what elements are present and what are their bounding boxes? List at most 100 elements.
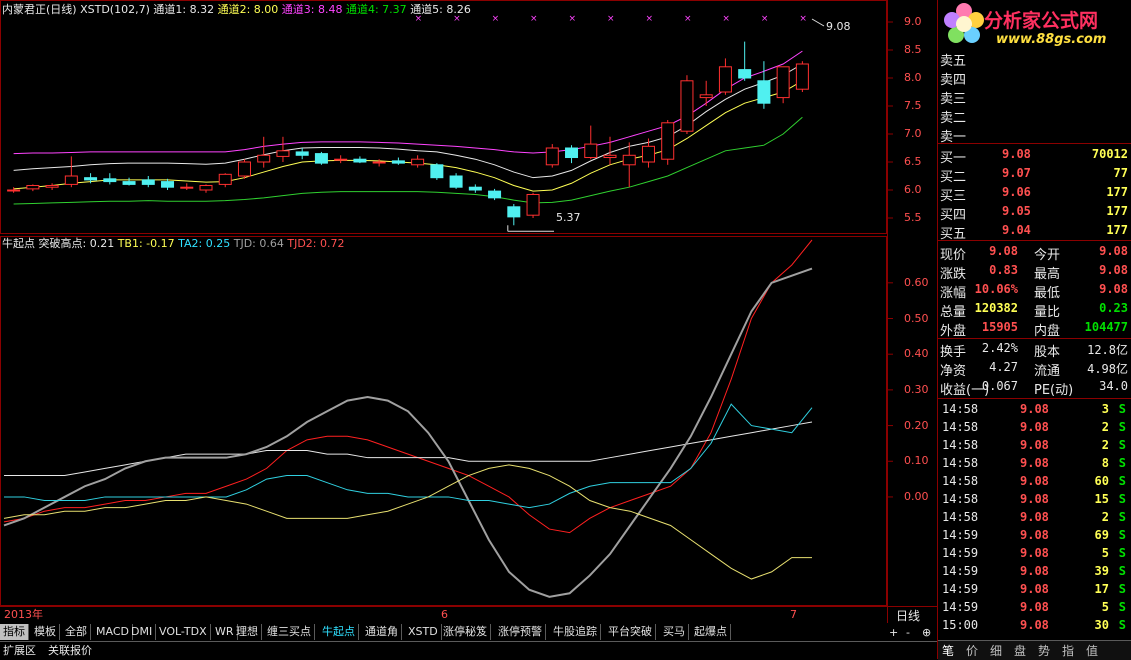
- tick-row: 14:59 9.08 17 S: [938, 580, 1131, 598]
- tab-8[interactable]: 缠三买点: [264, 624, 315, 640]
- tick-volume: 17: [1094, 582, 1109, 596]
- candle-down: [122, 181, 136, 185]
- extension-area-tab[interactable]: 扩展区: [3, 644, 36, 657]
- indicator-axis-label: 0.10: [904, 454, 929, 468]
- tab-expand-button[interactable]: ⊕: [922, 626, 931, 639]
- tick-row: 14:58 9.08 3 S: [938, 400, 1131, 418]
- tick-side: S: [1118, 438, 1126, 452]
- quote-tab-5[interactable]: 指: [1062, 642, 1074, 659]
- quote-tab-1[interactable]: 价: [966, 642, 978, 659]
- tick-time: 14:58: [942, 402, 979, 416]
- signal-marker: ×: [607, 14, 615, 24]
- buy-price: 9.05: [1002, 204, 1031, 218]
- tab-minus-button[interactable]: -: [906, 626, 910, 639]
- buy-price: 9.04: [1002, 223, 1031, 237]
- tab-12[interactable]: 涨停秘笈: [440, 624, 491, 640]
- candle-down: [738, 69, 752, 79]
- date-label-june: 6: [441, 608, 448, 621]
- signal-marker: ×: [569, 14, 577, 24]
- quote-value: 0.83: [989, 263, 1018, 277]
- candle-down: [430, 164, 444, 179]
- tab-15[interactable]: 平台突破: [605, 624, 656, 640]
- buy-volume: 77: [1113, 166, 1128, 180]
- tick-time: 14:58: [942, 420, 979, 434]
- tab-17[interactable]: 起爆点: [691, 624, 731, 640]
- candle-up: [372, 161, 386, 164]
- quote-label: 最低: [1034, 286, 1061, 301]
- tick-price: 9.08: [1020, 420, 1049, 434]
- tick-side: S: [1118, 474, 1126, 488]
- tick-side: S: [1118, 510, 1126, 524]
- sell-level-label: 卖四: [940, 73, 967, 88]
- fundamental-row: 净资 4.27 流通 4.98亿: [938, 359, 1131, 379]
- indicator-header: 牛起点 突破高点: 0.21 TB1: -0.17 TA2: 0.25 TJD:…: [2, 237, 345, 250]
- channel-4-value: 通道4: 7.37: [345, 3, 407, 16]
- tab-2[interactable]: 全部: [62, 624, 91, 640]
- tick-row: 14:59 9.08 39 S: [938, 562, 1131, 580]
- high-pointer: [811, 18, 825, 27]
- channel-3-value: 通道3: 8.48: [281, 3, 343, 16]
- sell-row: 卖三: [938, 87, 1131, 107]
- candle-up: [526, 193, 540, 216]
- related-quote-tab[interactable]: 关联报价: [48, 644, 92, 657]
- tick-time: 14:59: [942, 546, 979, 560]
- tick-row: 14:58 9.08 15 S: [938, 490, 1131, 508]
- tick-price: 9.08: [1020, 528, 1049, 542]
- candle-down: [353, 158, 367, 163]
- candle-up: [45, 185, 59, 188]
- tick-time: 14:58: [942, 474, 979, 488]
- quote-label: 今开: [1034, 248, 1061, 263]
- quote-row: 涨跌 0.83 最高 9.08: [938, 262, 1131, 282]
- tab-plus-button[interactable]: +: [889, 626, 898, 639]
- tick-side: S: [1118, 582, 1126, 596]
- tab-13[interactable]: 涨停预警: [495, 624, 546, 640]
- tjd-value: TJD: 0.64: [233, 237, 284, 250]
- quote-value: 15905: [981, 320, 1018, 334]
- signal-marker: ×: [530, 14, 538, 24]
- buy-row: 买四 9.05 177: [938, 203, 1131, 223]
- quote-tab-2[interactable]: 细: [990, 642, 1002, 659]
- tick-price: 9.08: [1020, 492, 1049, 506]
- channel-2-value: 通道2: 8.00: [217, 3, 279, 16]
- chart-area[interactable]: × × × × × × × × × × ×: [0, 0, 938, 640]
- indicator-axis-label: 0.60: [904, 275, 929, 289]
- period-label[interactable]: 日线: [896, 607, 920, 624]
- candle-down: [468, 186, 482, 191]
- break-high-value: 突破高点: 0.21: [38, 237, 115, 250]
- quote-tab-0[interactable]: 笔: [942, 642, 954, 659]
- tick-side: S: [1118, 600, 1126, 614]
- tick-volume: 2: [1101, 510, 1109, 524]
- tab-0[interactable]: 指标: [0, 624, 29, 640]
- tab-16[interactable]: 买马: [660, 624, 689, 640]
- candle-up: [680, 80, 694, 132]
- tab-11[interactable]: XSTD: [405, 624, 442, 640]
- tab-14[interactable]: 牛股追踪: [550, 624, 601, 640]
- logo-title: 分析家公式网: [984, 10, 1099, 32]
- tjd2-value: TJD2: 0.72: [287, 237, 345, 250]
- quote-tab-6[interactable]: 值: [1086, 642, 1098, 659]
- buy-row: 买一 9.08 70012: [938, 146, 1131, 166]
- candle-up: [699, 94, 713, 99]
- tab-5[interactable]: VOL-TDX: [156, 624, 211, 640]
- indicator-axis-label: 0.00: [904, 489, 929, 503]
- ta2-value: TA2: 0.25: [178, 237, 231, 250]
- tick-time: 15:00: [942, 618, 979, 632]
- candle-up: [276, 150, 290, 157]
- tick-row: 14:58 9.08 2 S: [938, 436, 1131, 454]
- tab-4[interactable]: DMI: [128, 624, 157, 640]
- tab-1[interactable]: 模板: [31, 624, 60, 640]
- quote-tab-3[interactable]: 盘: [1014, 642, 1026, 659]
- high-price-annotation: 9.08: [826, 20, 851, 33]
- indicator-line-4: [4, 403, 813, 509]
- tick-price: 9.08: [1020, 474, 1049, 488]
- tab-9[interactable]: 牛起点: [319, 624, 359, 640]
- tab-7[interactable]: 理想: [233, 624, 262, 640]
- candle-up: [199, 185, 213, 191]
- date-label-year: 2013年: [4, 608, 43, 621]
- candle-up: [545, 147, 559, 166]
- tick-price: 9.08: [1020, 564, 1049, 578]
- tab-10[interactable]: 通道角: [362, 624, 402, 640]
- tick-time: 14:58: [942, 438, 979, 452]
- quote-tab-4[interactable]: 势: [1038, 642, 1050, 659]
- tab-3[interactable]: MACD: [93, 624, 133, 640]
